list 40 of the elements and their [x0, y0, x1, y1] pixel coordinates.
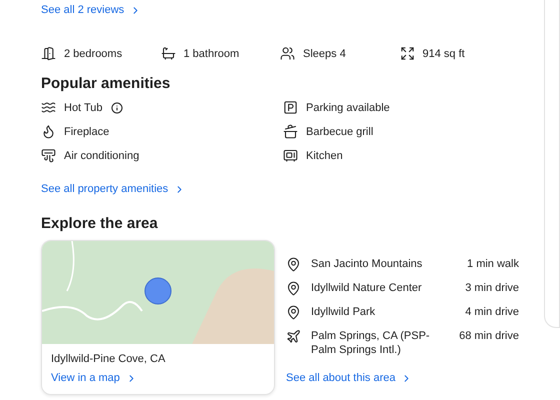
fact-text: 1 bathroom — [184, 48, 240, 60]
microwave-icon — [283, 148, 298, 163]
reviews-link[interactable]: See all 2 reviews — [41, 4, 142, 16]
amenity-label: Parking available — [306, 102, 390, 114]
bathtub-icon — [160, 46, 176, 61]
parking-icon — [283, 100, 298, 115]
distance-text: 1 min walk — [467, 257, 519, 271]
amenity-label: Air conditioning — [64, 150, 140, 162]
section-heading: Popular amenities — [41, 75, 172, 92]
pin-icon — [286, 257, 301, 272]
pin-icon — [286, 281, 301, 296]
pin-icon — [286, 305, 301, 320]
amenity-label: Fireplace — [64, 126, 110, 138]
fact-text: 914 sq ft — [422, 48, 465, 60]
amenity-label: Kitchen — [306, 150, 343, 162]
place-name: San Jacinto Mountains — [311, 257, 424, 271]
people-icon — [280, 46, 295, 61]
info-icon[interactable] — [110, 102, 123, 114]
area-link[interactable]: See all about this area — [286, 372, 412, 384]
airplane-icon — [286, 329, 301, 344]
flame-icon — [41, 124, 56, 139]
place-name: Idyllwild-Pine Cove, CA — [51, 353, 166, 365]
air-vent-icon — [41, 148, 56, 163]
map-link[interactable]: View in a map — [51, 372, 137, 384]
place-name: Palm Springs, CA (PSP-Palm Springs Intl.) — [311, 329, 431, 357]
pot-icon — [283, 124, 298, 139]
distance-text: 4 min drive — [465, 305, 519, 319]
distance-text: 68 min drive — [459, 329, 519, 343]
section-heading: Explore the area — [41, 215, 159, 232]
fact-text: Sleeps 4 — [303, 48, 346, 60]
fact-text: 2 bedrooms — [64, 48, 122, 60]
door-icon — [41, 46, 56, 61]
amenity-label: Barbecue grill — [306, 126, 374, 138]
expand-icon — [400, 46, 414, 61]
amenities-link[interactable]: See all property amenities — [41, 183, 186, 195]
map-card[interactable]: Idyllwild-Pine Cove, CA View in a map — [41, 240, 275, 395]
place-name: Idyllwild Park — [311, 305, 376, 319]
place-name: Idyllwild Nature Center — [311, 281, 423, 295]
amenity-label: Hot Tub — [64, 102, 103, 114]
distance-text: 3 min drive — [465, 281, 519, 295]
